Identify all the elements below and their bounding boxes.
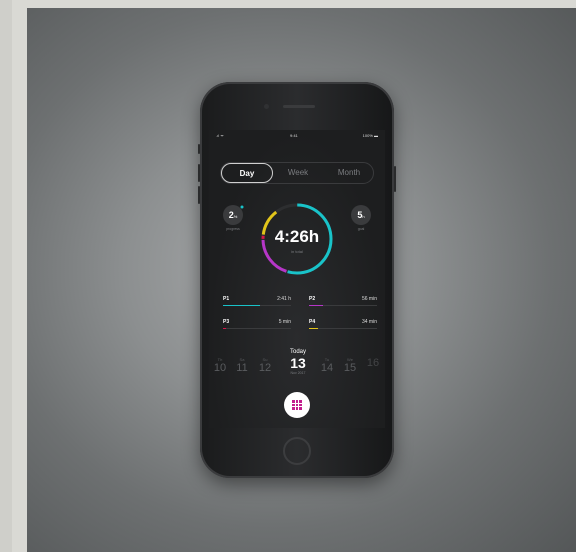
project-bar-track [309,328,377,329]
project-bar-track [309,305,377,306]
project-name: P4 [309,319,316,325]
project-stat-p4[interactable]: P4 34 min [309,319,377,333]
power-button [394,166,396,192]
project-time: 34 min [361,319,377,325]
project-time: 56 min [361,296,377,302]
date-item[interactable]: Sa 11 [233,357,251,374]
phone-device: .ıl ᯤ 9:41 100% ▬ Day Week Month 2% prog… [198,82,396,478]
signal-icon: .ıl ᯤ [216,133,224,138]
date-day: 10 [213,362,227,374]
date-item[interactable]: Tu 14 [318,357,336,374]
date-day: 12 [258,362,272,374]
progress-dot-icon [240,205,244,209]
front-camera [264,104,269,109]
project-time: 2:41 h [277,296,291,302]
grid-icon [292,400,303,411]
volume-down-button [198,186,200,204]
date-day: 16 [366,357,380,369]
status-bar: .ıl ᯤ 9:41 100% ▬ [209,132,385,140]
goal-bubble: 5h [351,205,371,225]
date-day: 15 [343,362,357,374]
date-item[interactable]: Su 12 [256,357,274,374]
project-stat-p2[interactable]: P2 56 min [309,296,377,310]
home-button[interactable] [283,437,311,465]
date-item[interactable]: Th 10 [211,357,229,374]
tab-week[interactable]: Week [273,163,323,183]
project-bar-fill [309,305,323,306]
goal-label: goal [357,227,365,231]
add-entry-button[interactable] [284,392,310,418]
status-time: 9:41 [290,133,298,138]
date-day: 11 [236,362,248,374]
earpiece-speaker [283,105,315,108]
tab-month[interactable]: Month [323,163,375,183]
period-tabs: Day Week Month [220,162,374,184]
date-day: 13 [290,355,306,371]
progress-unit: % [233,214,238,219]
project-bar-fill [223,328,226,329]
date-item-today[interactable]: Today 13 Nov 2017 [286,349,310,375]
date-item[interactable]: 16 [364,357,382,369]
date-item[interactable]: We 15 [341,357,359,374]
project-time: 5 min [278,319,291,325]
project-name: P3 [223,319,230,325]
battery-label: 100% [362,133,373,138]
project-name: P1 [223,296,230,302]
total-time-label: in total [291,249,303,254]
date-scroller[interactable]: Th 10 Sa 11 Su 12 Today 13 Nov 2017 Tu 1… [209,347,385,387]
project-bar-fill [223,305,261,306]
date-day: 14 [320,362,334,374]
left-edge-strip [0,0,12,552]
project-name: P2 [309,296,316,302]
project-bar-track [223,328,291,329]
goal-unit: h [362,214,365,219]
progress-label: progress [226,227,240,231]
battery-indicator: 100% ▬ [362,133,378,138]
project-bar-fill [309,328,318,329]
total-time-value: 4:26h [274,227,320,246]
project-stat-p3[interactable]: P3 5 min [223,319,291,333]
date-month: Nov 2017 [290,371,306,375]
project-stat-p1[interactable]: P1 2:41 h [223,296,291,310]
tab-day[interactable]: Day [221,163,273,183]
mute-switch [198,144,200,154]
project-bar-track [223,305,291,306]
volume-up-button [198,164,200,182]
phone-screen: .ıl ᯤ 9:41 100% ▬ Day Week Month 2% prog… [209,130,385,428]
